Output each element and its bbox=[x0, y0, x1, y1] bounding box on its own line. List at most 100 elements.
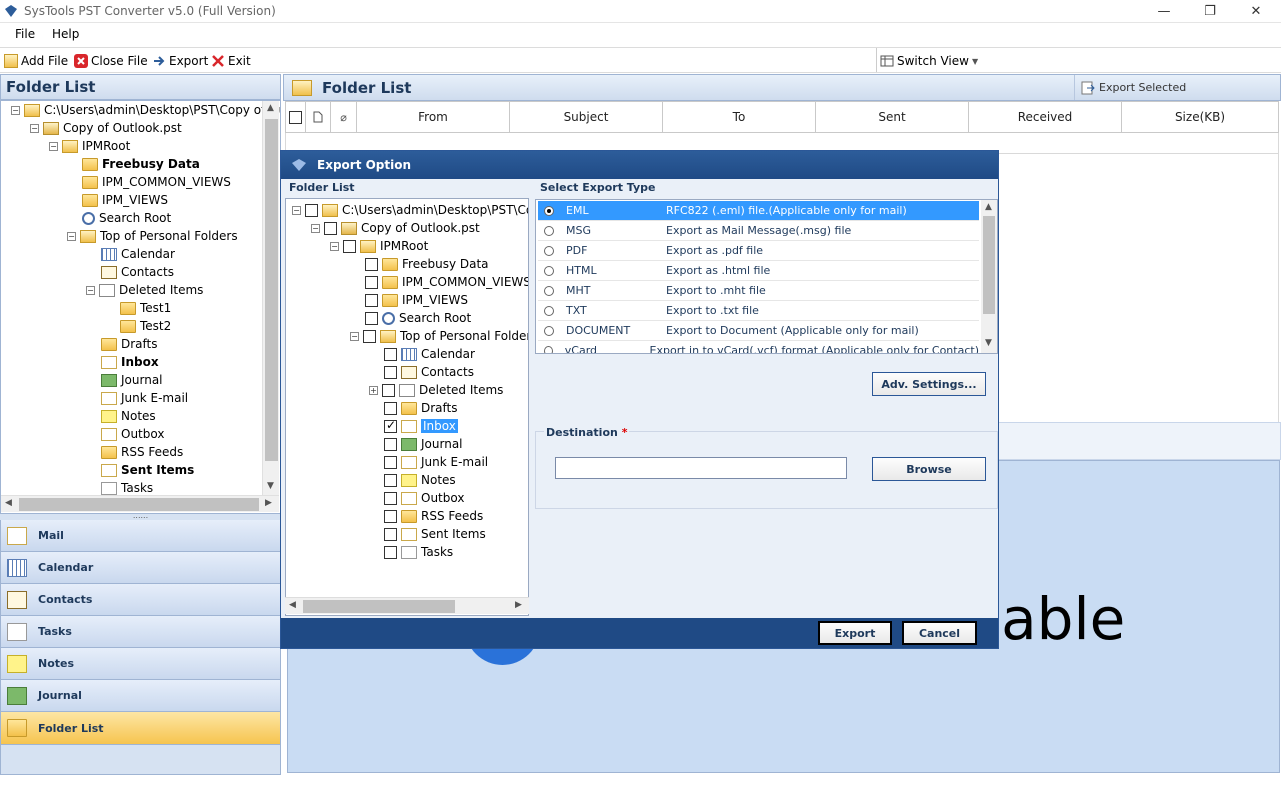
dlg-node-journal[interactable]: Journal bbox=[384, 435, 463, 453]
collapse-icon[interactable]: − bbox=[86, 285, 95, 295]
checkbox[interactable] bbox=[365, 311, 378, 325]
nav-notes[interactable]: Notes bbox=[0, 648, 281, 680]
tree-node-deleted-items[interactable]: − Deleted Items bbox=[86, 281, 203, 299]
export-selected-button[interactable]: Export Selected bbox=[1074, 75, 1281, 100]
checkbox[interactable] bbox=[365, 275, 378, 289]
nav-mail[interactable]: Mail bbox=[0, 520, 281, 552]
radio[interactable] bbox=[544, 305, 554, 316]
export-type-msg[interactable]: MSG Export as Mail Message(.msg) file bbox=[538, 221, 979, 241]
dlg-node-search-root[interactable]: Search Root bbox=[365, 309, 471, 327]
nav-journal[interactable]: Journal bbox=[0, 680, 281, 712]
dlg-node-drafts[interactable]: Drafts bbox=[384, 399, 458, 417]
checkbox[interactable] bbox=[365, 257, 378, 271]
scroll-right-icon[interactable]: ▶ bbox=[515, 600, 522, 610]
expand-icon[interactable]: + bbox=[369, 385, 378, 395]
dlg-node-pst[interactable]: − Copy of Outlook.pst bbox=[311, 219, 480, 237]
checkbox-checked[interactable] bbox=[384, 418, 397, 433]
export-type-eml[interactable]: EML RFC822 (.eml) file.(Applicable only f… bbox=[538, 201, 979, 221]
menu-file[interactable]: File bbox=[15, 27, 35, 41]
scroll-up-icon[interactable]: ▲ bbox=[985, 202, 992, 212]
scroll-thumb[interactable] bbox=[265, 119, 278, 461]
export-dialog-button[interactable]: Export bbox=[818, 621, 892, 645]
collapse-icon[interactable]: − bbox=[30, 123, 39, 133]
tree-node-journal[interactable]: Journal bbox=[101, 371, 163, 389]
tree-node-sent-items[interactable]: Sent Items bbox=[101, 461, 194, 479]
column-sent[interactable]: Sent bbox=[816, 102, 969, 132]
checkbox[interactable] bbox=[384, 401, 397, 415]
column-received[interactable]: Received bbox=[969, 102, 1122, 132]
dlg-node-path[interactable]: − C:\Users\admin\Desktop\PST\Copy bbox=[292, 201, 528, 219]
radio[interactable] bbox=[544, 225, 554, 236]
dlg-node-ipm-common-views[interactable]: IPM_COMMON_VIEWS bbox=[365, 273, 528, 291]
checkbox[interactable] bbox=[384, 527, 397, 541]
radio[interactable] bbox=[544, 265, 554, 276]
tree-node-test2[interactable]: Test2 bbox=[120, 317, 171, 335]
export-type-scrollbar[interactable]: ▲ ▼ bbox=[981, 200, 997, 353]
radio[interactable] bbox=[544, 285, 554, 296]
nav-folder-list[interactable]: Folder List bbox=[0, 712, 281, 745]
column-to[interactable]: To bbox=[663, 102, 816, 132]
radio[interactable] bbox=[544, 345, 553, 353]
cancel-button[interactable]: Cancel bbox=[902, 621, 977, 645]
tree-node-ipmroot[interactable]: − IPMRoot bbox=[49, 137, 130, 155]
tree-node-outbox[interactable]: Outbox bbox=[101, 425, 164, 443]
column-from[interactable]: From bbox=[357, 102, 510, 132]
exit-button[interactable]: Exit bbox=[211, 52, 251, 70]
checkbox[interactable] bbox=[343, 239, 356, 253]
export-type-pdf[interactable]: PDF Export as .pdf file bbox=[538, 241, 979, 261]
dlg-node-tasks[interactable]: Tasks bbox=[384, 543, 453, 561]
dlg-node-ipmroot[interactable]: − IPMRoot bbox=[330, 237, 428, 255]
dlg-node-calendar[interactable]: Calendar bbox=[384, 345, 475, 363]
export-type-vcard[interactable]: vCard Export in to vCard(.vcf) format (Ap… bbox=[538, 341, 979, 353]
column-subject[interactable]: Subject bbox=[510, 102, 663, 132]
tree-node-calendar[interactable]: Calendar bbox=[101, 245, 175, 263]
dlg-node-outbox[interactable]: Outbox bbox=[384, 489, 464, 507]
nav-calendar[interactable]: Calendar bbox=[0, 552, 281, 584]
dlg-node-junk[interactable]: Junk E-mail bbox=[384, 453, 488, 471]
left-tree-horizontal-scrollbar[interactable]: ◀ ▶ bbox=[1, 495, 279, 512]
checkbox[interactable] bbox=[384, 437, 397, 451]
collapse-icon[interactable]: − bbox=[67, 231, 76, 241]
tree-node-search-root[interactable]: Search Root bbox=[82, 209, 171, 227]
checkbox[interactable] bbox=[324, 221, 337, 235]
tree-node-inbox[interactable]: Inbox bbox=[101, 353, 159, 371]
export-type-txt[interactable]: TXT Export to .txt file bbox=[538, 301, 979, 321]
tree-node-contacts[interactable]: Contacts bbox=[101, 263, 174, 281]
export-type-html[interactable]: HTML Export as .html file bbox=[538, 261, 979, 281]
scroll-left-icon[interactable]: ◀ bbox=[5, 498, 12, 508]
dlg-node-top-personal[interactable]: − Top of Personal Folders bbox=[350, 327, 528, 345]
radio[interactable] bbox=[544, 325, 554, 336]
nav-contacts[interactable]: Contacts bbox=[0, 584, 281, 616]
tree-node-freebusy[interactable]: Freebusy Data bbox=[82, 155, 200, 173]
export-button[interactable]: Export bbox=[152, 52, 208, 70]
close-window-button[interactable]: ✕ bbox=[1233, 0, 1279, 23]
dlg-node-contacts[interactable]: Contacts bbox=[384, 363, 474, 381]
checkbox[interactable] bbox=[384, 509, 397, 523]
tree-node-test1[interactable]: Test1 bbox=[120, 299, 171, 317]
dlg-node-freebusy[interactable]: Freebusy Data bbox=[365, 255, 489, 273]
tree-node-notes[interactable]: Notes bbox=[101, 407, 156, 425]
destination-path-input[interactable] bbox=[555, 457, 847, 479]
collapse-icon[interactable]: − bbox=[292, 205, 301, 215]
checkbox[interactable] bbox=[365, 293, 378, 307]
scroll-thumb[interactable] bbox=[983, 216, 995, 314]
checkbox[interactable] bbox=[363, 329, 376, 343]
tree-node-drafts[interactable]: Drafts bbox=[101, 335, 158, 353]
scroll-thumb[interactable] bbox=[303, 600, 455, 613]
tree-node-rss[interactable]: RSS Feeds bbox=[101, 443, 183, 461]
tree-node-top-personal[interactable]: − Top of Personal Folders bbox=[67, 227, 238, 245]
dlg-node-ipm-views[interactable]: IPM_VIEWS bbox=[365, 291, 468, 309]
scroll-up-icon[interactable]: ▲ bbox=[267, 103, 274, 113]
column-attachment[interactable]: ⌀ bbox=[331, 102, 357, 132]
scroll-right-icon[interactable]: ▶ bbox=[265, 498, 272, 508]
tree-node-ipm-views[interactable]: IPM_VIEWS bbox=[82, 191, 168, 209]
close-file-button[interactable]: Close File bbox=[74, 52, 148, 70]
collapse-icon[interactable]: − bbox=[311, 223, 320, 233]
dlg-node-notes[interactable]: Notes bbox=[384, 471, 456, 489]
checkbox[interactable] bbox=[384, 365, 397, 379]
radio-selected[interactable] bbox=[544, 205, 554, 216]
scroll-thumb[interactable] bbox=[19, 498, 259, 511]
dlg-node-inbox[interactable]: Inbox bbox=[384, 417, 458, 435]
checkbox[interactable] bbox=[384, 473, 397, 487]
column-size[interactable]: Size(KB) bbox=[1122, 102, 1278, 132]
